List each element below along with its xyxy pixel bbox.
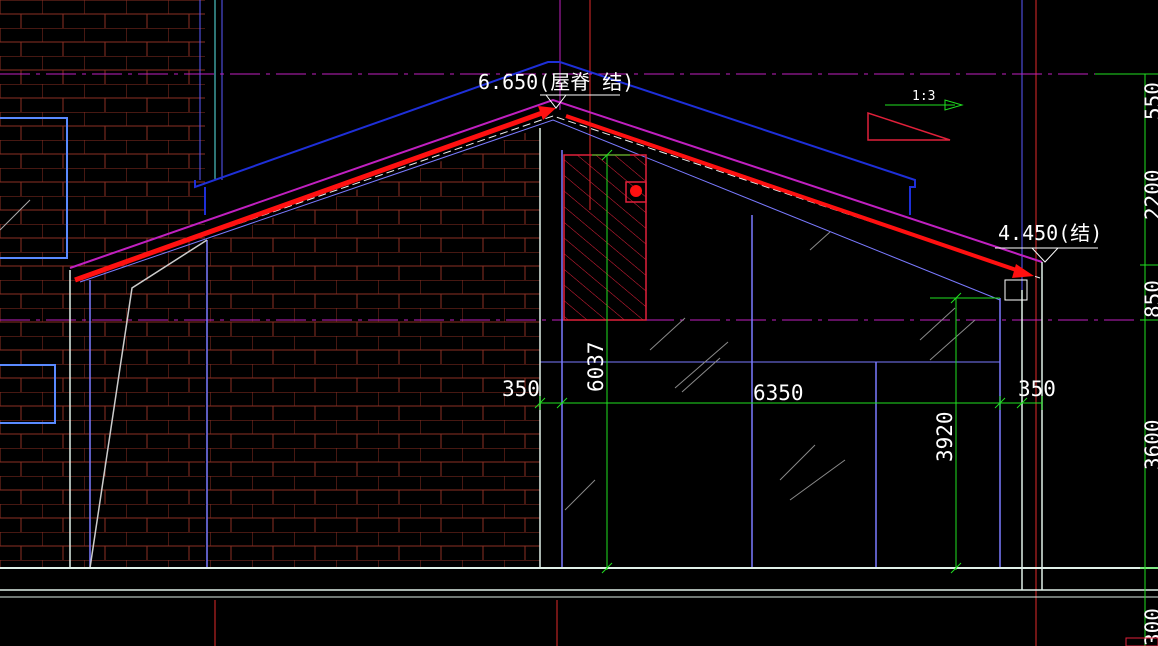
dim-right-wall: 350 [1018,377,1056,401]
brick-wall-gable [207,128,540,568]
ground-lines [0,567,1158,646]
dim-left-wall: 350 [502,377,540,401]
red-dot-marker [630,185,642,197]
right-ruler [1095,73,1158,646]
eave-elevation-marker [995,247,1098,263]
eave-elevation-label: 4.450(结) [998,221,1102,245]
dim-window-height: 3920 [933,411,957,462]
ridge-elevation-label: 6.650(屋脊 结) [478,70,634,94]
ruler-label-850: 850 [1141,280,1158,318]
chimney-hatched [563,154,647,321]
slope-symbol [867,99,964,141]
ridge-elevation-marker [540,94,620,109]
ruler-label-300: 300 [1141,608,1158,646]
slope-label: 1:3 [912,89,935,104]
ruler-label-2200: 2200 [1141,169,1158,220]
dim-span: 6350 [753,381,804,405]
ruler-label-3600: 3600 [1141,419,1158,470]
eave-detail-box [1004,279,1028,301]
dim-ridge-height: 6037 [584,341,608,392]
cad-elevation-drawing: 6.650(屋脊 结) 4.450(结) 1:3 350 6350 350 60… [0,0,1158,646]
right-arrow-head [1012,264,1034,278]
ruler-label-550: 550 [1141,82,1158,120]
